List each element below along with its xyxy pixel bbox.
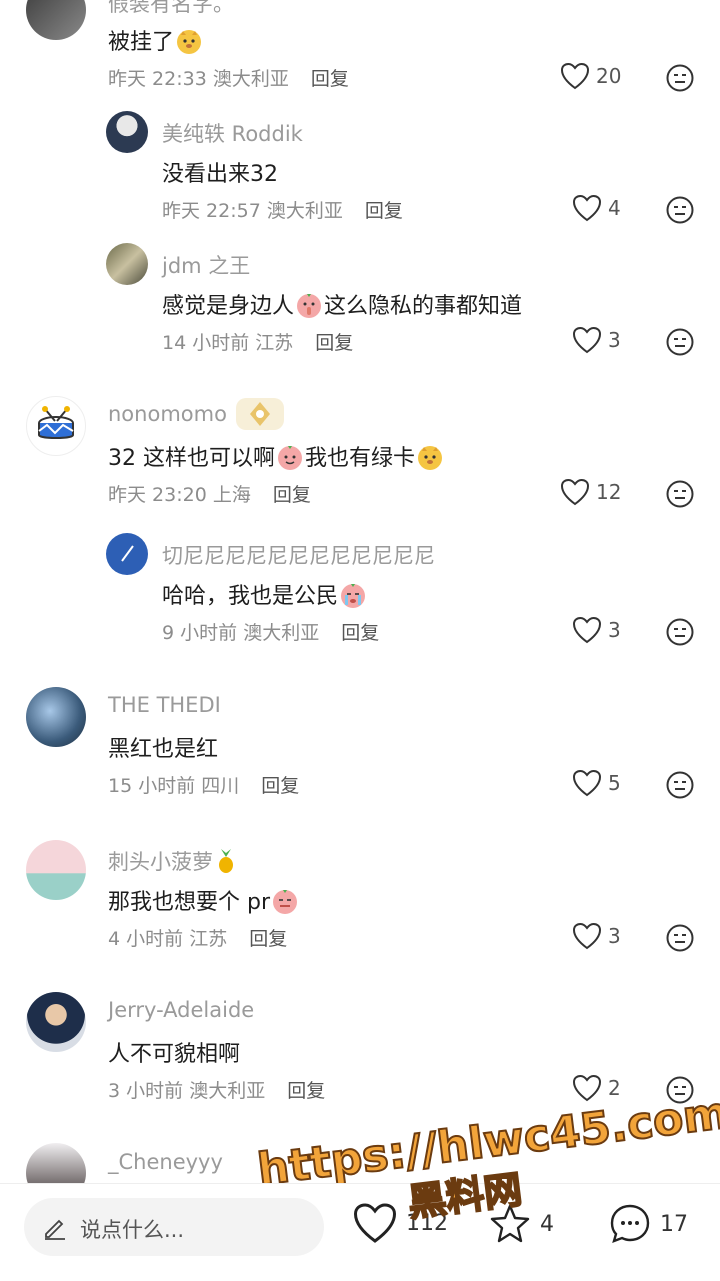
avatar[interactable] [26, 840, 86, 900]
comment-text: 没看出来32 [162, 162, 278, 187]
comment-meta: 3 小时前 澳大利亚 回复 [108, 1080, 326, 1102]
comment-count: 17 [660, 1211, 688, 1237]
comment-meta: 9 小时前 澳大利亚 回复 [162, 622, 380, 644]
dislike-icon[interactable] [666, 64, 694, 92]
avatar[interactable] [106, 533, 148, 575]
like-count: 5 [608, 771, 621, 795]
heart-icon [572, 769, 602, 797]
dislike-icon[interactable] [666, 618, 694, 646]
pencil-icon [45, 1219, 65, 1240]
comment-text: 那我也想要个 pr [108, 884, 300, 916]
dislike-icon[interactable] [666, 480, 694, 508]
embarrassed-emoji-icon [273, 890, 298, 914]
avatar[interactable] [26, 687, 86, 747]
crying-emoji-icon [341, 584, 366, 608]
avatar[interactable] [26, 0, 86, 40]
avatar[interactable] [106, 243, 148, 285]
like-button[interactable]: 5 [572, 769, 621, 797]
user-badge-icon [236, 398, 284, 430]
avatar[interactable] [106, 111, 148, 153]
dislike-icon[interactable] [666, 924, 694, 952]
dog-emoji-icon [418, 446, 443, 470]
favorite-count: 4 [540, 1211, 554, 1237]
like-count: 12 [596, 480, 622, 504]
heart-icon [353, 1203, 397, 1243]
comment-meta: 4 小时前 江苏 回复 [108, 928, 288, 950]
comment-meta: 昨天 22:57 澳大利亚 回复 [162, 200, 403, 222]
reply-button[interactable]: 回复 [261, 775, 299, 797]
drum-icon [38, 406, 74, 439]
comment-author[interactable]: THE THEDI [108, 693, 221, 717]
comment-author[interactable]: 刺头小菠萝 [108, 846, 237, 876]
dislike-icon[interactable] [666, 328, 694, 356]
reply-button[interactable]: 回复 [287, 1080, 325, 1102]
comment-bubble-icon [610, 1204, 650, 1243]
pineapple-icon [219, 849, 233, 873]
reply-button[interactable]: 回复 [365, 200, 403, 222]
comment-author[interactable]: 美纯轶 Roddik [162, 118, 303, 148]
reply-button[interactable]: 回复 [249, 928, 287, 950]
compass-needle-icon [121, 545, 134, 562]
reply-button[interactable]: 回复 [341, 622, 379, 644]
like-count: 3 [608, 618, 621, 642]
like-button[interactable]: 4 [572, 194, 621, 222]
heart-icon [560, 478, 590, 506]
comment-text: 32 这样也可以啊 我也有绿卡 [108, 440, 445, 472]
like-button[interactable]: 20 [560, 62, 621, 90]
reply-button[interactable]: 回复 [273, 484, 311, 506]
comment-meta: 14 小时前 江苏 回复 [162, 332, 354, 354]
like-button[interactable]: 3 [572, 922, 621, 950]
like-button[interactable]: 12 [560, 478, 621, 506]
comment-author[interactable]: nonomomo [108, 402, 227, 426]
comment-author[interactable]: 切尼尼尼尼尼尼尼尼尼尼尼尼 [162, 540, 435, 570]
comment-text: 人不可貌相啊 [108, 1042, 241, 1067]
like-count: 2 [608, 1076, 621, 1100]
comment-input[interactable]: 说点什么... [24, 1198, 324, 1256]
dislike-icon[interactable] [666, 771, 694, 799]
avatar[interactable] [26, 992, 86, 1052]
comment-meta: 昨天 22:33 澳大利亚 回复 [108, 68, 349, 90]
comment-author[interactable]: 假装有名字。 [108, 0, 234, 18]
blush-emoji-icon [278, 446, 302, 470]
reply-button[interactable]: 回复 [311, 68, 349, 90]
like-button[interactable]: 3 [572, 326, 621, 354]
heart-icon [572, 194, 602, 222]
comment-author[interactable]: _Cheneyyy [108, 1150, 223, 1174]
bottom-bar: 说点什么... 112 4 17 [0, 1183, 720, 1281]
comment-text: 被挂了 [108, 24, 204, 56]
dislike-icon[interactable] [666, 196, 694, 224]
heart-icon [572, 616, 602, 644]
heart-icon [572, 326, 602, 354]
like-button[interactable]: 2 [572, 1074, 621, 1102]
comment-text: 感觉是身边人 这么隐私的事都知道 [162, 288, 522, 320]
comment-author[interactable]: Jerry-Adelaide [108, 998, 254, 1022]
avatar[interactable] [26, 396, 86, 456]
comment-meta: 昨天 23:20 上海 回复 [108, 484, 311, 506]
comment-text: 哈哈，我也是公民 [162, 578, 368, 610]
comment-meta: 15 小时前 四川 回复 [108, 775, 300, 797]
comment-text: 黑红也是红 [108, 737, 219, 762]
comment-author[interactable]: jdm 之王 [162, 250, 250, 280]
like-count: 3 [608, 924, 621, 948]
reply-button[interactable]: 回复 [315, 332, 353, 354]
like-count: 3 [608, 328, 621, 352]
heart-icon [572, 922, 602, 950]
comments-button[interactable]: 17 [608, 1202, 688, 1246]
like-count: 4 [608, 196, 621, 220]
input-placeholder: 说点什么... [80, 1218, 185, 1242]
heart-icon [560, 62, 590, 90]
heart-icon [572, 1074, 602, 1102]
dog-emoji-icon [177, 30, 202, 54]
shush-emoji-icon [297, 294, 322, 318]
like-count: 20 [596, 64, 622, 88]
like-button[interactable]: 3 [572, 616, 621, 644]
